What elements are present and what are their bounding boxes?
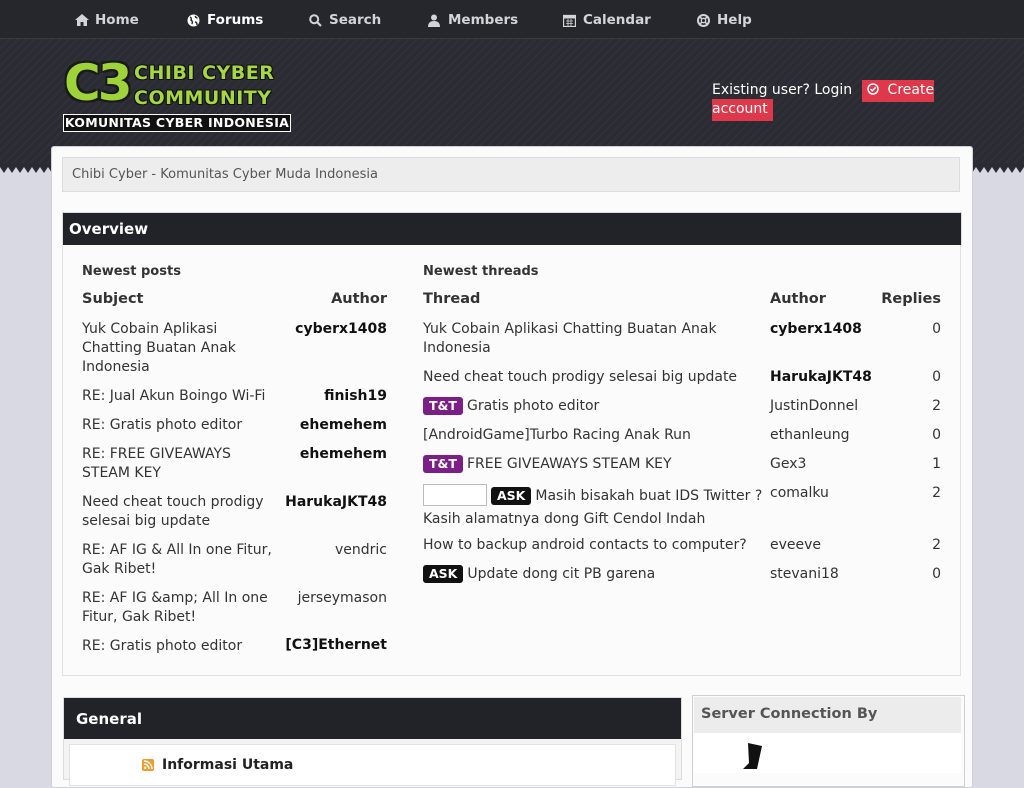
thread-title[interactable]: Yuk Cobain Aplikasi Chatting Buatan Anak…	[423, 320, 748, 358]
thread-replies: 0	[932, 427, 941, 443]
thread-title[interactable]: [AndroidGame]Turbo Racing Anak Run	[423, 426, 763, 445]
post-subject[interactable]: Need cheat touch prodigy selesai big upd…	[82, 493, 277, 531]
thread-replies: 0	[932, 369, 941, 385]
logo-line-2: COMMUNITY	[134, 87, 272, 109]
thread-replies: 2	[932, 537, 941, 553]
forum-row[interactable]: Informasi Utama	[69, 744, 676, 786]
post-author[interactable]: finish19	[267, 387, 387, 406]
threads-col-author: Author	[770, 291, 826, 307]
nav-calendar[interactable]: Calendar	[562, 0, 651, 38]
thread-author[interactable]: ethanleung	[770, 426, 850, 445]
newest-threads-heading: Newest threads	[423, 264, 539, 279]
post-subject[interactable]: RE: Jual Akun Boingo Wi-Fi	[82, 387, 282, 406]
broken-image-placeholder	[423, 484, 487, 506]
post-author[interactable]: cyberx1408	[267, 320, 387, 339]
posts-col-author: Author	[331, 291, 387, 307]
nav-members[interactable]: Members	[428, 0, 518, 38]
newest-posts-heading: Newest posts	[82, 264, 181, 279]
post-author[interactable]: ehemehem	[267, 416, 387, 435]
thread-title[interactable]: How to backup android contacts to comput…	[423, 536, 763, 555]
top-navigation: Home Forums Search Members Calendar Help	[0, 0, 1024, 39]
post-subject[interactable]: Yuk Cobain Aplikasi Chatting Buatan Anak…	[82, 320, 262, 377]
post-subject[interactable]: RE: AF IG &amp; All In one Fitur, Gak Ri…	[82, 589, 282, 627]
forum-name[interactable]: Informasi Utama	[162, 757, 293, 773]
post-author[interactable]: jerseymason	[267, 589, 387, 608]
general-category-header[interactable]: General	[63, 697, 682, 740]
thread-replies: 0	[932, 566, 941, 582]
post-author[interactable]: [C3]Ethernet	[267, 636, 387, 655]
thread-replies: 0	[932, 321, 941, 337]
thread-author[interactable]: eveeve	[770, 536, 821, 555]
nav-home[interactable]: Home	[75, 0, 139, 38]
calendar-icon	[562, 14, 577, 27]
overview-title: Overview	[69, 220, 149, 238]
home-icon	[75, 14, 89, 26]
nav-help-label: Help	[717, 12, 752, 28]
thread-row-title: ASK Masih bisakah buat IDS Twitter ? Kasi…	[423, 484, 763, 531]
user-icon	[428, 14, 442, 27]
nav-forums[interactable]: Forums	[187, 0, 263, 38]
prefix-badge[interactable]: T&T	[423, 397, 463, 415]
breadcrumb: Chibi Cyber - Komunitas Cyber Muda Indon…	[62, 157, 960, 192]
thread-row-title: T&T Gratis photo editor	[423, 397, 763, 416]
thread-replies: 2	[932, 398, 941, 414]
login-link[interactable]: Existing user? Login	[712, 82, 852, 98]
thread-title[interactable]: Gratis photo editor	[467, 398, 599, 414]
prefix-badge[interactable]: ASK	[491, 487, 532, 505]
thread-row-title: T&T FREE GIVEAWAYS STEAM KEY	[423, 455, 763, 474]
nav-search[interactable]: Search	[309, 0, 381, 38]
post-subject[interactable]: RE: AF IG & All In one Fitur, Gak Ribet!	[82, 541, 287, 579]
thread-title[interactable]: Update dong cit PB garena	[467, 566, 655, 582]
thread-title[interactable]: FREE GIVEAWAYS STEAM KEY	[467, 456, 672, 472]
thread-row-title: ASK Update dong cit PB garena	[423, 565, 763, 584]
login-area: Existing user? Login Create account	[712, 80, 952, 121]
posts-col-subject: Subject	[82, 291, 144, 307]
server-body	[694, 733, 961, 773]
site-logo[interactable]: C3 CHIBI CYBER COMMUNITY KOMUNITAS CYBER…	[62, 54, 292, 134]
nav-calendar-label: Calendar	[583, 12, 651, 28]
thread-author[interactable]: stevani18	[770, 565, 839, 584]
prefix-badge[interactable]: ASK	[423, 565, 464, 583]
logo-line-1: CHIBI CYBER	[134, 62, 275, 84]
prefix-badge[interactable]: T&T	[423, 455, 463, 473]
thread-author[interactable]: cyberx1408	[770, 320, 862, 339]
server-header: Server Connection By	[694, 697, 961, 733]
post-subject[interactable]: RE: Gratis photo editor	[82, 637, 282, 656]
nav-search-label: Search	[329, 12, 382, 28]
nav-forums-label: Forums	[207, 12, 264, 28]
overview-header: Overview	[62, 212, 962, 246]
thread-author[interactable]: comalku	[770, 484, 829, 503]
logo-mark: C3	[64, 54, 133, 112]
post-subject[interactable]: RE: Gratis photo editor	[82, 416, 282, 435]
logo-tagline: KOMUNITAS CYBER INDONESIA	[63, 114, 291, 132]
post-author[interactable]: HarukaJKT48	[267, 493, 387, 512]
thread-title[interactable]: Need cheat touch prodigy selesai big upd…	[423, 368, 763, 387]
threads-col-thread: Thread	[423, 291, 481, 307]
nav-help[interactable]: Help	[697, 0, 752, 38]
globe-icon	[187, 14, 201, 27]
post-subject[interactable]: RE: FREE GIVEAWAYS STEAM KEY	[82, 445, 252, 483]
post-author[interactable]: ehemehem	[267, 445, 387, 464]
nav-members-label: Members	[448, 12, 519, 28]
post-author[interactable]: vendric	[267, 541, 387, 560]
lifebuoy-icon	[697, 13, 711, 27]
thread-replies: 2	[932, 485, 941, 501]
thread-author[interactable]: JustinDonnel	[770, 397, 858, 416]
thread-author[interactable]: Gex3	[770, 455, 806, 474]
search-icon	[309, 13, 323, 27]
thread-replies: 1	[932, 456, 941, 472]
rss-icon[interactable]	[142, 759, 154, 771]
threads-col-replies: Replies	[881, 291, 941, 307]
breadcrumb-link[interactable]: Chibi Cyber - Komunitas Cyber Muda Indon…	[72, 167, 378, 182]
general-title: General	[76, 710, 142, 728]
check-circle-icon	[867, 83, 879, 95]
nav-home-label: Home	[95, 12, 139, 28]
server-logo-image	[740, 743, 764, 769]
thread-author[interactable]: HarukaJKT48	[770, 368, 872, 387]
server-title: Server Connection By	[701, 706, 878, 722]
